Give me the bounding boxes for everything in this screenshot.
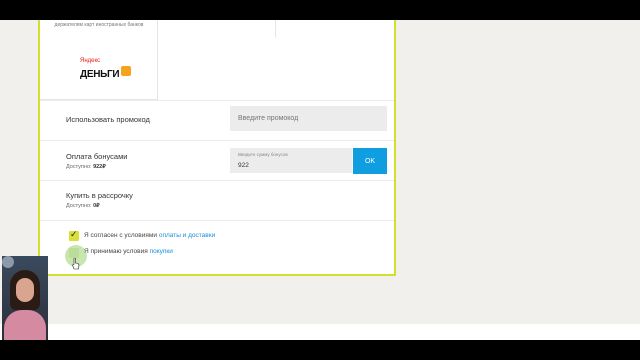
payment-method-yandex-money[interactable]: Яндекс ДЕНЬГИ [40,38,158,100]
letterbox-top [0,0,640,20]
bonus-input-hint: Введите сумму бонусов [238,152,288,157]
bonus-input-value: 922 [238,162,249,169]
presenter-body [4,310,46,340]
installment-label: Купить в рассрочку [66,191,133,200]
agreements-row [40,220,394,274]
purchase-terms-link[interactable]: покупки [150,248,173,255]
bonus-label: Оплата бонусами [66,152,128,161]
foreign-cards-note: держателям карт иностранных банков [54,22,144,28]
hand-cursor-icon [72,258,80,270]
promo-label: Использовать промокод [66,115,150,124]
yandex-logo-big-text: ДЕНЬГИ [80,69,120,80]
checkout-panel: держателям карт иностранных банков Яндек… [38,20,396,276]
wallet-icon [121,65,132,76]
yandex-logo-small-text: Яндекс [80,58,101,64]
payment-method-cell[interactable] [158,20,276,38]
yandex-money-logo: Яндекс ДЕНЬГИ [80,58,132,82]
agree-payment-checkbox[interactable]: ✓ [69,229,79,241]
payment-method-cell[interactable]: держателям карт иностранных банков [40,20,158,38]
promo-input[interactable] [230,106,387,131]
checkout-page: держателям карт иностранных банков Яндек… [0,20,640,340]
presenter-face [16,278,34,302]
checkmark-icon: ✓ [70,229,78,239]
accept-purchase-text: Я принимаю условия покупки [84,248,173,255]
letterbox-bottom [0,340,640,360]
agree-payment-text: Я согласен с условиями оплаты и доставки [84,232,216,239]
installment-available: Доступно: 0₽ [66,203,100,209]
webcam-overlay [2,256,48,340]
bonus-available: Доступно: 922₽ [66,164,106,170]
webcam-light-spot [2,256,14,268]
page-footer-strip [0,324,640,340]
payment-delivery-terms-link[interactable]: оплаты и доставки [159,232,215,239]
installment-available-value: 0₽ [93,203,100,209]
installment-row[interactable]: Купить в рассрочку Доступно: 0₽ [40,180,394,220]
bonus-ok-button[interactable]: OK [353,148,387,174]
bonus-available-value: 922₽ [93,164,106,170]
bonus-amount-field[interactable]: Введите сумму бонусов 922 [230,148,352,173]
